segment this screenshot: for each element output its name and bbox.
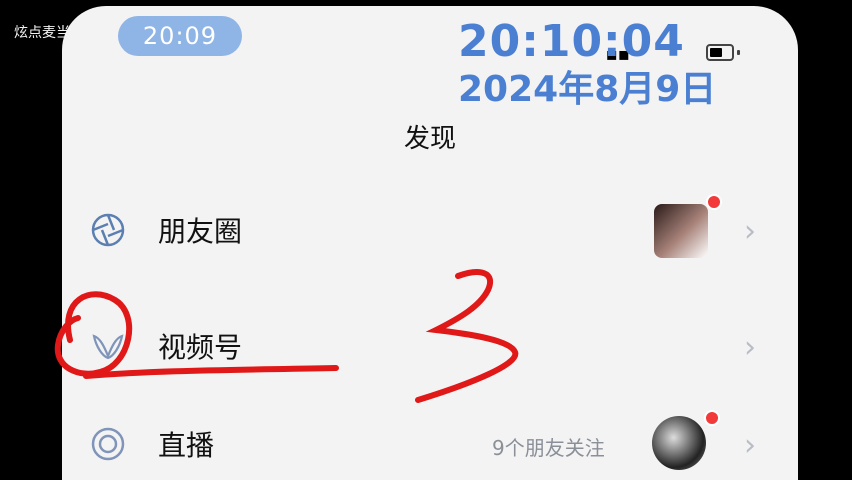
- channels-label: 视频号: [158, 331, 243, 364]
- discover-item-live[interactable]: 直播 9个朋友关注 ›: [62, 402, 798, 480]
- discover-item-moments[interactable]: 朋友圈 ›: [62, 188, 798, 272]
- moments-avatar: [654, 204, 708, 258]
- overlay-clock-date: 2024年8月9日: [458, 69, 717, 110]
- moments-label: 朋友圈: [158, 215, 243, 248]
- watermark-text: 炫点麦当: [14, 25, 70, 41]
- overlay-clock-time: 20:10:04: [458, 16, 685, 67]
- page-title: 发现: [403, 124, 456, 154]
- discover-item-channels[interactable]: 视频号 ›: [62, 304, 798, 388]
- battery-tip: [737, 50, 740, 55]
- live-label: 直播: [158, 429, 215, 462]
- live-friends-count: 9个朋友关注: [492, 436, 605, 460]
- battery-icon: [706, 44, 734, 61]
- chevron-right-icon: ›: [744, 428, 756, 463]
- chevron-right-icon: ›: [744, 330, 756, 365]
- live-icon: [91, 427, 125, 461]
- channels-icon: [92, 334, 124, 360]
- moments-icon: [91, 213, 125, 247]
- live-badge: [704, 410, 720, 426]
- live-avatar: [652, 416, 706, 470]
- moments-badge: [706, 194, 722, 210]
- chevron-right-icon: ›: [744, 214, 756, 249]
- status-time-pill: 20:09: [118, 16, 242, 56]
